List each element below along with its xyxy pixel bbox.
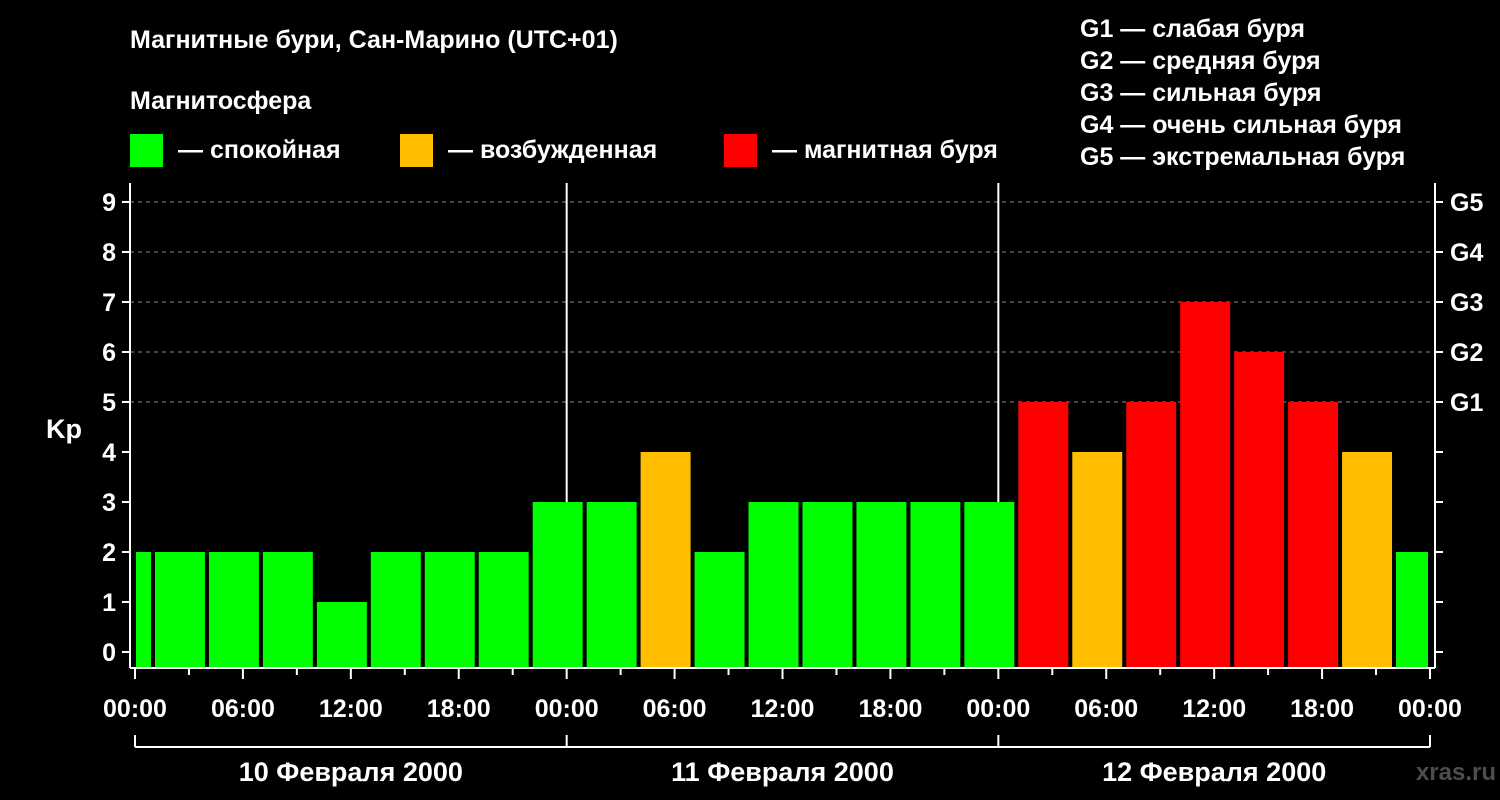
bar: [370, 552, 421, 668]
x-tick-label: 06:00: [1074, 695, 1138, 723]
y-tick-label: 9: [102, 189, 116, 217]
x-tick-label: 00:00: [966, 695, 1030, 723]
bar: [1288, 402, 1339, 668]
x-tick-label: 06:00: [643, 695, 707, 723]
bar: [154, 552, 205, 668]
legend-heading: Магнитосфера: [130, 87, 312, 115]
storm-scale-g4: G4 — очень сильная буря: [1080, 111, 1402, 139]
x-tick-label: 06:00: [211, 695, 275, 723]
bar: [640, 452, 691, 668]
bar: [964, 502, 1015, 668]
bar: [478, 552, 529, 668]
x-tick-label: 12:00: [1182, 695, 1246, 723]
x-tick-label: 00:00: [103, 695, 167, 723]
x-tick-label: 18:00: [427, 695, 491, 723]
kp-chart: Магнитные бури, Сан-Марино (UTC+01) Магн…: [46, 15, 1496, 787]
x-tick-label: 12:00: [319, 695, 383, 723]
bar: [316, 602, 367, 668]
bar: [532, 502, 583, 668]
bar: [856, 502, 907, 668]
bar: [136, 552, 151, 668]
day-label: 11 Февраля 2000: [671, 757, 894, 787]
day-label: 10 Февраля 2000: [239, 757, 463, 787]
y-tick-label: 0: [102, 639, 116, 667]
bar: [910, 502, 961, 668]
legend-swatch-storm: [724, 134, 757, 167]
y-tick-label: 2: [102, 539, 116, 567]
chart-title: Магнитные бури, Сан-Марино (UTC+01): [130, 26, 618, 54]
watermark: xras.ru: [1416, 759, 1496, 786]
legend-label-storm: — магнитная буря: [772, 136, 998, 164]
bar: [1234, 352, 1285, 668]
bar: [1342, 452, 1393, 668]
bar: [1396, 552, 1428, 668]
y-tick-label: 5: [102, 389, 116, 417]
bar: [694, 552, 745, 668]
storm-level-label: G4: [1450, 239, 1483, 267]
bar: [1072, 452, 1123, 668]
bar: [208, 552, 259, 668]
x-tick-label: 00:00: [1398, 695, 1462, 723]
x-tick-label: 18:00: [858, 695, 922, 723]
y-tick-label: 8: [102, 239, 116, 267]
y-tick-label: 7: [102, 289, 116, 317]
x-tick-label: 12:00: [751, 695, 815, 723]
bar: [1018, 402, 1069, 668]
storm-level-label: G1: [1450, 389, 1483, 417]
bar: [802, 502, 853, 668]
storm-level-label: G3: [1450, 289, 1483, 317]
storm-scale-g1: G1 — слабая буря: [1080, 15, 1305, 43]
bar: [586, 502, 637, 668]
y-tick-label: 1: [102, 589, 116, 617]
bars: [136, 302, 1428, 668]
y-axis-label: Kp: [46, 414, 82, 444]
legend-swatch-quiet: [130, 134, 163, 167]
legend-swatch-active: [400, 134, 433, 167]
y-tick-label: 4: [102, 439, 116, 467]
x-tick-label: 18:00: [1290, 695, 1354, 723]
storm-scale-g2: G2 — средняя буря: [1080, 47, 1321, 75]
legend-label-active: — возбужденная: [448, 136, 657, 164]
y-tick-label: 3: [102, 489, 116, 517]
bar: [424, 552, 475, 668]
bar: [1126, 402, 1177, 668]
bar: [748, 502, 799, 668]
y-tick-label: 6: [102, 339, 116, 367]
x-tick-label: 00:00: [535, 695, 599, 723]
bar: [1180, 302, 1231, 668]
day-label: 12 Февраля 2000: [1102, 757, 1326, 787]
storm-level-label: G5: [1450, 189, 1483, 217]
storm-scale-g3: G3 — сильная буря: [1080, 79, 1322, 107]
bar: [262, 552, 313, 668]
chart-header: Магнитные бури, Сан-Марино (UTC+01) Магн…: [130, 15, 1405, 171]
storm-level-label: G2: [1450, 339, 1483, 367]
legend-label-quiet: — спокойная: [178, 136, 341, 164]
storm-scale-g5: G5 — экстремальная буря: [1080, 143, 1405, 171]
